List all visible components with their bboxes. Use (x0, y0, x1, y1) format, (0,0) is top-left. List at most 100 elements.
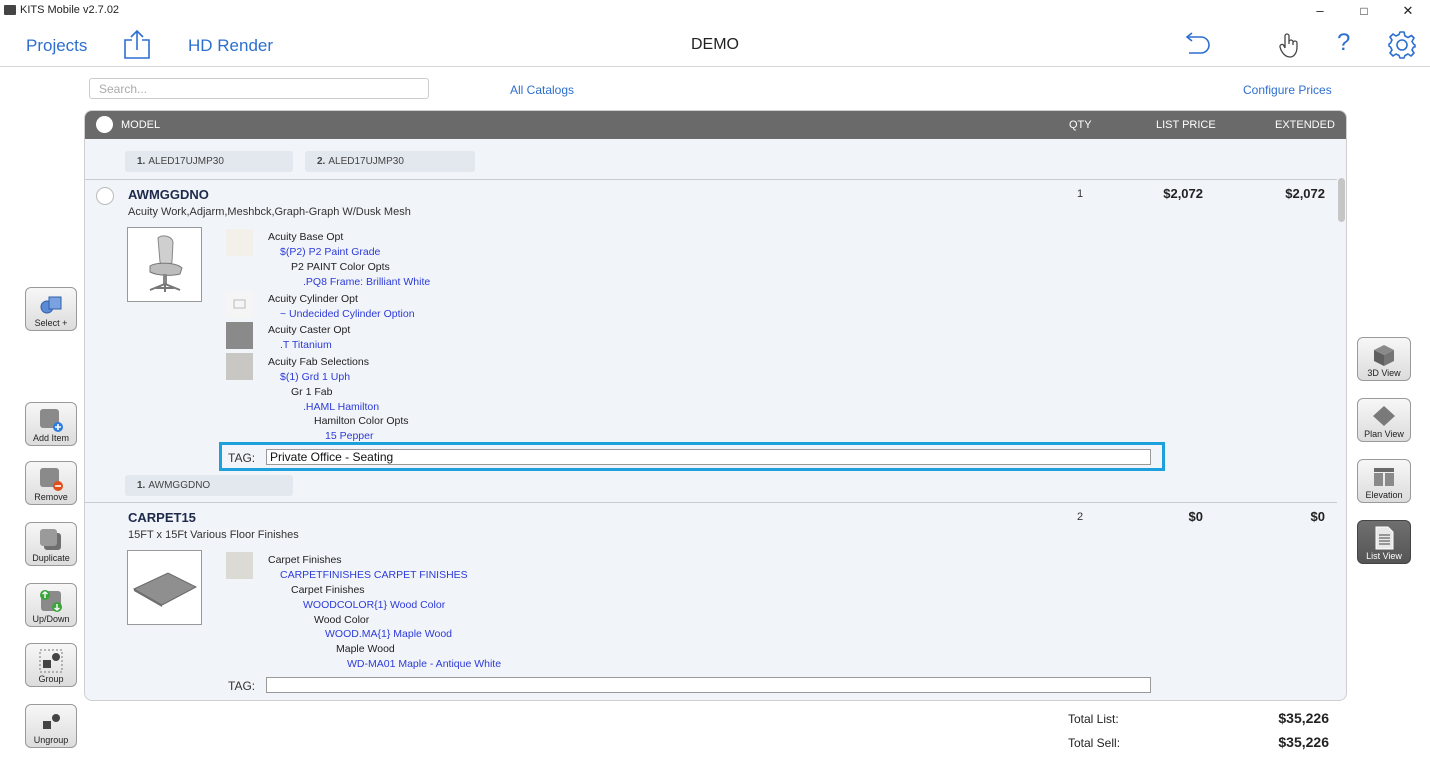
tag-input[interactable] (266, 677, 1151, 693)
item-list-panel: MODEL QTY LIST PRICE EXTENDED 1. ALED17UJ… (84, 110, 1347, 701)
button-label: Up/Down (32, 614, 70, 624)
option-value[interactable]: $(1) Grd 1 Uph (280, 371, 350, 383)
configure-prices-link[interactable]: Configure Prices (1243, 83, 1332, 97)
product-thumbnail-carpet[interactable] (127, 550, 202, 625)
group-button[interactable]: Group (25, 643, 77, 687)
ungroup-icon (43, 714, 60, 729)
column-qty[interactable]: QTY (1069, 119, 1092, 131)
list-header: MODEL QTY LIST PRICE EXTENDED (85, 111, 1346, 139)
item-model[interactable]: AWMGGDNO (128, 187, 209, 202)
pill-label: ALED17UJMP30 (148, 156, 224, 167)
group-pill[interactable]: 1. ALED17UJMP30 (125, 151, 293, 172)
caster-swatch (226, 322, 253, 349)
window-title: KITS Mobile v2.7.02 (20, 4, 120, 16)
option-heading: Acuity Base Opt (268, 231, 344, 243)
item-description: Acuity Work,Adjarm,Meshbck,Graph-Graph W… (128, 206, 411, 218)
item-description: 15FT x 15Ft Various Floor Finishes (128, 529, 299, 541)
item-qty[interactable]: 1 (1077, 188, 1083, 200)
list-scrollbar[interactable] (1338, 178, 1345, 222)
tag-input[interactable]: Private Office - Seating (266, 449, 1151, 465)
column-extended[interactable]: EXTENDED (1275, 119, 1335, 131)
remove-button[interactable]: Remove (25, 461, 77, 505)
minimize-button[interactable]: – (1298, 0, 1342, 22)
undo-icon[interactable] (1181, 31, 1213, 59)
option-heading: P2 PAINT Color Opts (291, 261, 390, 273)
tag-label: TAG: (228, 451, 256, 465)
duplicate-icon (40, 529, 61, 550)
placeholder-image-icon (233, 299, 246, 309)
option-value[interactable]: .HAML Hamilton (303, 401, 379, 413)
row-divider (85, 179, 1337, 180)
duplicate-button[interactable]: Duplicate (25, 522, 77, 566)
group-pill[interactable]: 2. ALED17UJMP30 (305, 151, 475, 172)
add-item-button[interactable]: Add Item (25, 402, 77, 446)
list-document-icon (1375, 526, 1394, 550)
touch-hand-icon[interactable] (1275, 30, 1305, 60)
cylinder-swatch (226, 291, 253, 318)
office-chair-image (149, 235, 183, 292)
help-icon[interactable]: ? (1337, 29, 1350, 57)
total-sell-value: $35,226 (1278, 734, 1329, 750)
option-heading: Maple Wood (336, 643, 395, 655)
button-label: Elevation (1365, 490, 1403, 500)
pill-label: ALED17UJMP30 (328, 156, 404, 167)
button-label: List View (1366, 551, 1402, 561)
option-heading: Carpet Finishes (268, 554, 342, 566)
total-sell-label: Total Sell: (1068, 736, 1121, 750)
button-label: Group (38, 674, 64, 684)
option-heading: Gr 1 Fab (291, 386, 333, 398)
option-value[interactable]: ~ Undecided Cylinder Option (280, 308, 415, 320)
elevation-button[interactable]: Elevation (1357, 459, 1411, 503)
total-list-label: Total List: (1068, 712, 1119, 726)
option-heading: Carpet Finishes (291, 584, 365, 596)
column-model[interactable]: MODEL (121, 119, 160, 131)
option-value[interactable]: CARPETFINISHES CARPET FINISHES (280, 569, 468, 581)
settings-gear-icon[interactable] (1387, 30, 1417, 60)
carpet-swatch (226, 552, 253, 579)
column-list-price[interactable]: LIST PRICE (1156, 119, 1216, 131)
total-list-value: $35,226 (1278, 710, 1329, 726)
button-label: 3D View (1367, 368, 1401, 378)
option-value[interactable]: WOODCOLOR{1} Wood Color (303, 599, 445, 611)
option-value[interactable]: $(P2) P2 Paint Grade (280, 246, 380, 258)
up-down-button[interactable]: Up/Down (25, 583, 77, 627)
select-plus-button[interactable]: Select + (25, 287, 77, 331)
button-label: Duplicate (32, 553, 70, 563)
group-pill[interactable]: 1. AWMGGDNO (125, 475, 293, 496)
item-list-price: $2,072 (1163, 186, 1203, 201)
product-thumbnail-chair[interactable] (127, 227, 202, 302)
plan-view-button[interactable]: Plan View (1357, 398, 1411, 442)
item-list-price: $0 (1188, 509, 1203, 524)
row-divider (85, 502, 1337, 503)
maximize-button[interactable]: □ (1342, 0, 1386, 22)
search-input[interactable] (89, 78, 429, 99)
button-label: Plan View (1364, 429, 1404, 439)
option-value[interactable]: 15 Pepper (325, 430, 373, 442)
option-heading: Acuity Fab Selections (268, 356, 369, 368)
plan-view-icon (1373, 406, 1395, 426)
item-qty[interactable]: 2 (1077, 511, 1083, 523)
up-down-arrows-icon (40, 590, 62, 612)
cube-3d-icon (1374, 345, 1394, 366)
select-all-radio[interactable] (96, 116, 113, 133)
button-label: Select + (34, 318, 68, 328)
item-extended-price: $0 (1310, 509, 1325, 524)
option-value[interactable]: WOOD.MA{1} Maple Wood (325, 628, 452, 640)
option-value[interactable]: WD-MA01 Maple - Antique White (347, 658, 501, 670)
3d-view-button[interactable]: 3D View (1357, 337, 1411, 381)
option-heading: Acuity Cylinder Opt (268, 293, 358, 305)
group-icon (39, 649, 63, 673)
all-catalogs-link[interactable]: All Catalogs (510, 83, 574, 97)
option-value[interactable]: .T Titanium (280, 339, 332, 351)
elevation-icon (1374, 468, 1394, 486)
list-view-button[interactable]: List View (1357, 520, 1411, 564)
page-title: DEMO (691, 36, 739, 53)
pill-number: 1. (137, 156, 146, 167)
ungroup-button[interactable]: Ungroup (25, 704, 77, 748)
item-model[interactable]: CARPET15 (128, 510, 196, 525)
item-select-radio[interactable] (96, 187, 114, 205)
fabric-swatch (226, 353, 253, 380)
close-button[interactable]: ✕ (1386, 0, 1430, 22)
option-value[interactable]: .PQ8 Frame: Brilliant White (303, 276, 430, 288)
pill-number: 1. (137, 480, 146, 491)
